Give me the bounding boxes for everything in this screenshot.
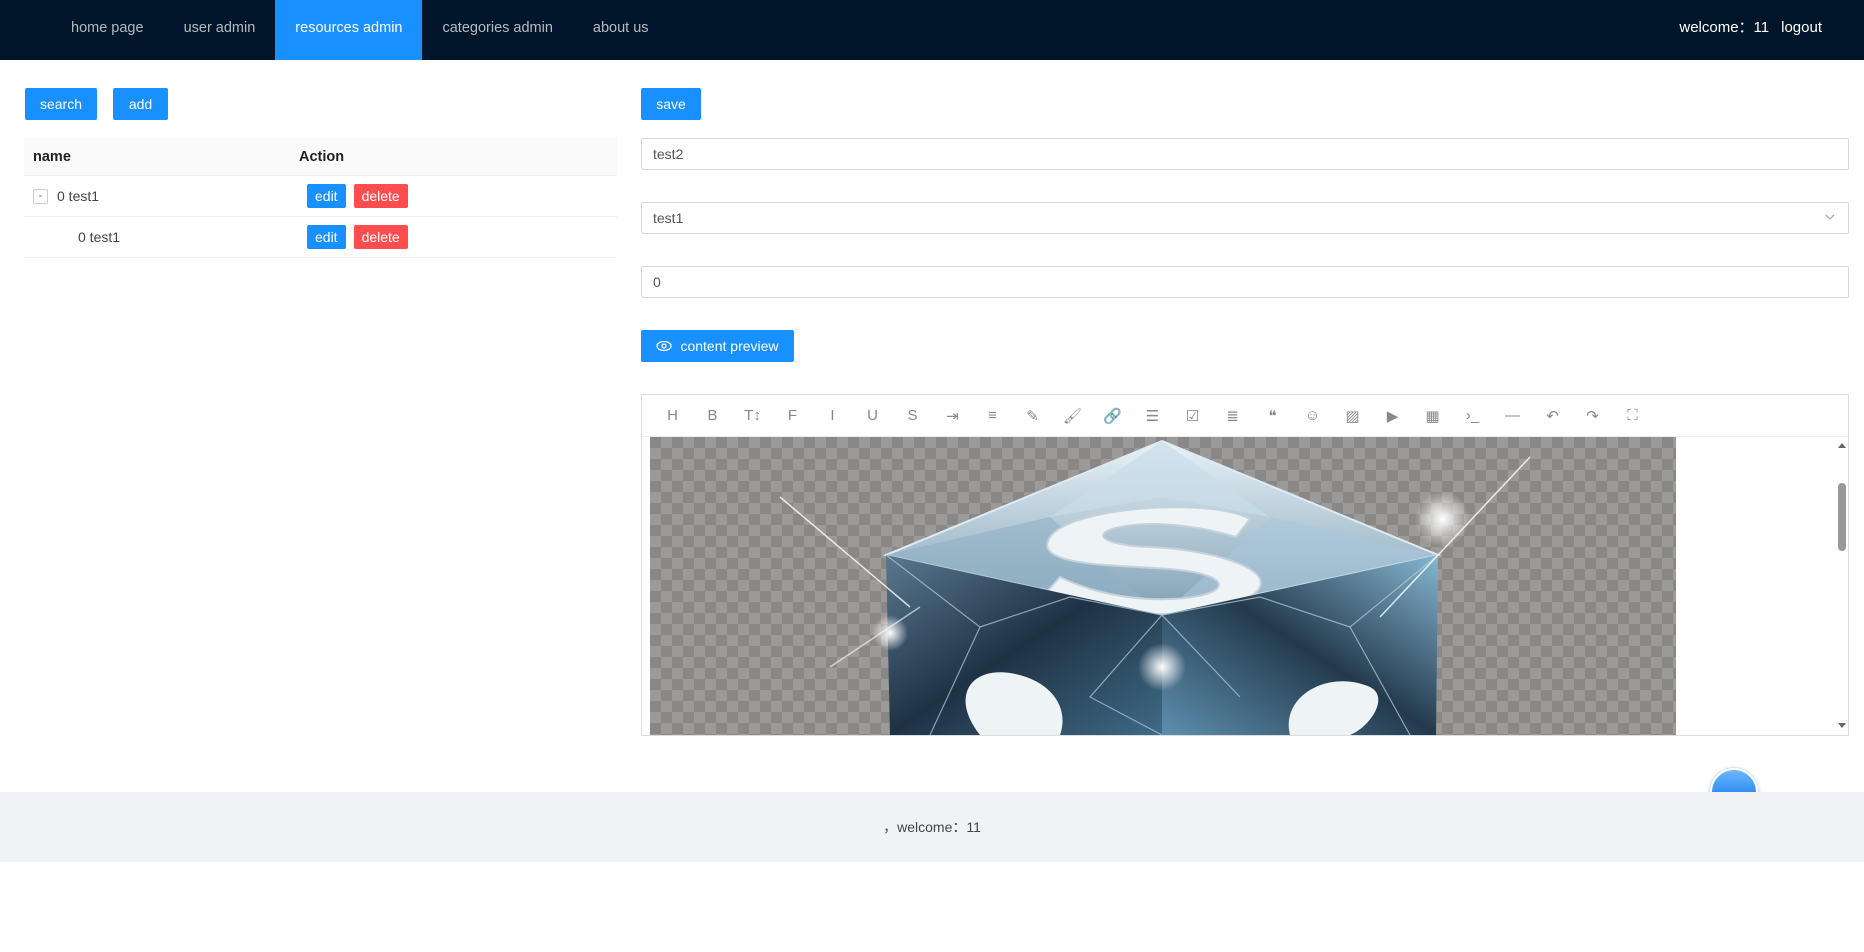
scroll-thumb[interactable] <box>1838 483 1846 551</box>
nav-about-us[interactable]: about us <box>573 0 669 60</box>
eye-icon <box>656 340 673 352</box>
order-field[interactable] <box>641 266 1849 298</box>
link-icon[interactable]: 🔗 <box>1100 403 1125 428</box>
highlight-icon[interactable]: ✎ <box>1020 403 1045 428</box>
markdown-editor: H B T↕ F I U S ⇥ ≡ ✎ 🖌 🔗 ☰ ☑ ≣ ❝ ☺ ▨ ▶ ▦ ›_ — ↶ ↷ ⛶ <box>641 394 1849 736</box>
emoji-icon[interactable]: ☺ <box>1300 403 1325 428</box>
collapse-toggle[interactable]: - <box>33 188 48 204</box>
category-select[interactable]: test1 <box>641 202 1849 234</box>
edit-button[interactable]: edit <box>307 184 346 208</box>
align-icon[interactable]: ≣ <box>1220 403 1245 428</box>
save-button[interactable]: save <box>641 88 701 120</box>
nav-home-page[interactable]: home page <box>51 0 164 60</box>
user-area: welcome：11 logout <box>1679 0 1822 60</box>
bold-icon[interactable]: B <box>700 403 725 428</box>
heading-icon[interactable]: H <box>660 403 685 428</box>
video-icon[interactable]: ▶ <box>1380 403 1405 428</box>
bullet-list-icon[interactable]: ☰ <box>1140 403 1165 428</box>
indent-icon[interactable]: ⇥ <box>940 403 965 428</box>
quote-icon[interactable]: ❝ <box>1260 403 1285 428</box>
editor-scrollbar[interactable] <box>1835 437 1848 735</box>
content-preview-button[interactable]: content preview <box>641 330 794 362</box>
content-preview-label: content preview <box>680 338 779 354</box>
image-icon[interactable]: ▨ <box>1340 403 1365 428</box>
resources-table: name Action - 0 test1 edit delete 0 test… <box>24 138 617 258</box>
font-family-icon[interactable]: F <box>780 403 805 428</box>
top-navbar: home page user admin resources admin cat… <box>0 0 1864 60</box>
italic-icon[interactable]: I <box>820 403 845 428</box>
row-actions: edit delete <box>307 225 408 249</box>
line-height-icon[interactable]: ≡ <box>980 403 1005 428</box>
fullscreen-icon[interactable]: ⛶ <box>1620 403 1645 428</box>
search-button[interactable]: search <box>25 88 97 120</box>
scroll-down-icon[interactable] <box>1838 723 1846 729</box>
row-actions: edit delete <box>307 184 408 208</box>
footer-text: ，welcome：11 <box>883 819 981 835</box>
table-row: 0 test1 edit delete <box>24 217 617 258</box>
code-icon[interactable]: ›_ <box>1460 403 1485 428</box>
table-row: - 0 test1 edit delete <box>24 176 617 217</box>
strikethrough-icon[interactable]: S <box>900 403 925 428</box>
underline-icon[interactable]: U <box>860 403 885 428</box>
add-button[interactable]: add <box>113 88 168 120</box>
column-header-name: name <box>33 148 71 165</box>
main-nav: home page user admin resources admin cat… <box>51 0 669 60</box>
nav-user-admin[interactable]: user admin <box>164 0 276 60</box>
delete-button[interactable]: delete <box>353 225 408 249</box>
category-selected-value: test1 <box>653 210 684 226</box>
delete-button[interactable]: delete <box>353 184 408 208</box>
row-name: 0 test1 <box>57 188 100 204</box>
editor-toolbar: H B T↕ F I U S ⇥ ≡ ✎ 🖌 🔗 ☰ ☑ ≣ ❝ ☺ ▨ ▶ ▦ ›_ — ↶ ↷ ⛶ <box>642 395 1848 437</box>
crystal-dice-image <box>650 437 1676 735</box>
welcome-text: welcome：11 <box>1679 19 1770 36</box>
edit-button[interactable]: edit <box>307 225 346 249</box>
column-header-action: Action <box>299 148 345 165</box>
title-field[interactable] <box>641 138 1849 170</box>
table-header: name Action <box>24 138 617 176</box>
row-name: 0 test1 <box>78 229 121 245</box>
checklist-icon[interactable]: ☑ <box>1180 403 1205 428</box>
font-size-icon[interactable]: T↕ <box>740 403 765 428</box>
order-input[interactable] <box>653 274 1837 290</box>
title-input[interactable] <box>653 146 1837 162</box>
scroll-up-icon[interactable] <box>1838 442 1846 448</box>
nav-resources-admin[interactable]: resources admin <box>275 0 423 60</box>
chevron-down-icon <box>1825 214 1835 220</box>
row-name-cell: 0 test1 <box>24 229 307 245</box>
nav-categories-admin[interactable]: categories admin <box>422 0 572 60</box>
paint-brush-icon[interactable]: 🖌 <box>1060 403 1085 428</box>
footer: ，welcome：11 <box>0 792 1864 862</box>
horizontal-rule-icon[interactable]: — <box>1500 403 1525 428</box>
editor-content[interactable] <box>650 437 1676 735</box>
row-name-cell: - 0 test1 <box>24 188 307 204</box>
table-icon[interactable]: ▦ <box>1420 403 1445 428</box>
redo-icon[interactable]: ↷ <box>1580 403 1605 428</box>
undo-icon[interactable]: ↶ <box>1540 403 1565 428</box>
logout-link[interactable]: logout <box>1781 0 1822 60</box>
